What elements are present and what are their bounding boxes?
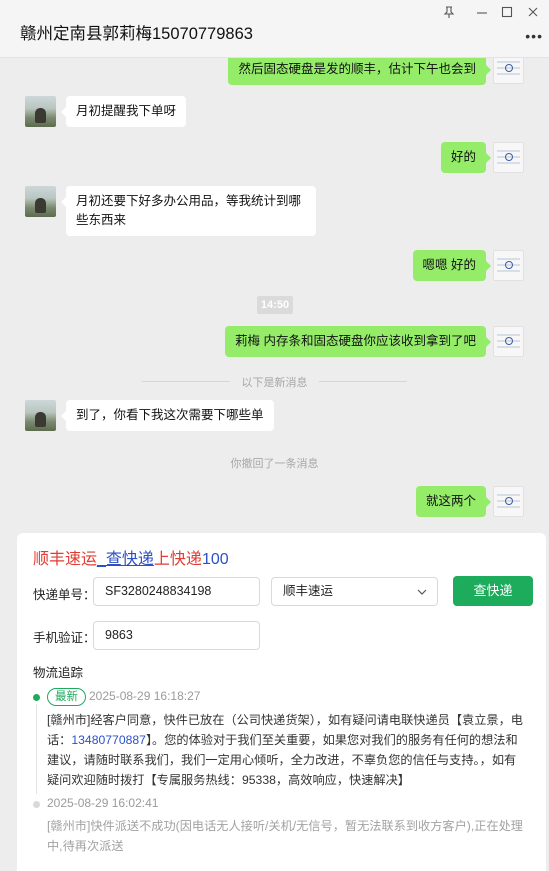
divider-rule: [142, 381, 230, 382]
chat-timestamp: 14:50: [257, 296, 293, 314]
message-bubble-self[interactable]: 莉梅 内存条和固态硬盘你应该收到拿到了吧: [225, 326, 491, 357]
logo-part-query: _查快递: [97, 551, 154, 568]
event-text: [赣州市]快件派送不成功(因电话无人接听/关机/无信号，暂无法联系到收方客户),…: [47, 819, 523, 853]
minimize-icon[interactable]: [473, 6, 491, 20]
avatar-contact[interactable]: [25, 186, 56, 217]
avatar-contact[interactable]: [25, 400, 56, 431]
avatar-self[interactable]: [493, 58, 524, 84]
avatar-self[interactable]: [493, 326, 524, 357]
window-titlebar: 赣州定南县郭莉梅15070779863 •••: [0, 0, 549, 58]
tracking-section-title: 物流追踪: [33, 666, 84, 680]
avatar-self[interactable]: [493, 142, 524, 173]
close-icon[interactable]: [524, 6, 542, 20]
logo-part-brand: 顺丰速运: [33, 551, 98, 568]
message-bubble-self[interactable]: 好的: [440, 142, 492, 173]
avatar-contact[interactable]: [25, 96, 56, 127]
courier-phone-link[interactable]: 13480770887: [71, 733, 146, 747]
latest-badge: 最新: [47, 688, 86, 706]
logo-part-number: 100: [201, 551, 229, 568]
recall-notice: 你撤回了一条消息: [230, 458, 319, 470]
chevron-down-icon: [417, 589, 427, 595]
avatar-self[interactable]: [493, 486, 524, 517]
phone-verify-input[interactable]: 9863: [93, 621, 260, 650]
logo-part-site: 上快递: [153, 551, 202, 568]
more-icon[interactable]: •••: [525, 28, 543, 44]
timeline-line: [36, 704, 37, 794]
message-bubble-self[interactable]: 就这两个: [415, 486, 492, 517]
timeline-dot-active: [33, 694, 40, 701]
express-tracking-card[interactable]: 顺丰速运_查快递上快递100 快递单号： SF3280248834198 顺丰速…: [17, 533, 546, 871]
site-logo[interactable]: 顺丰速运_查快递上快递100: [33, 545, 229, 569]
tracking-number-input[interactable]: SF3280248834198: [93, 577, 260, 606]
message-bubble-contact[interactable]: 月初提醒我下单呀: [60, 96, 187, 127]
message-bubble-self[interactable]: 嗯嗯 好的: [412, 250, 492, 281]
tracking-number-label: 快递单号：: [33, 588, 96, 602]
avatar-self[interactable]: [493, 250, 524, 281]
chat-history[interactable]: 然后固态硬盘是发的顺丰，估计下午也会到 月初提醒我下单呀 好的 月初还要下好多办…: [0, 58, 549, 524]
event-time: 2025-08-29 16:18:27: [89, 689, 201, 703]
message-bubble-contact[interactable]: 月初还要下好多办公用品，等我统计到哪些东西来: [61, 186, 316, 236]
timeline-dot: [33, 801, 40, 808]
query-express-button[interactable]: 查快递: [453, 576, 533, 606]
chat-title: 赣州定南县郭莉梅15070779863: [20, 25, 253, 43]
new-messages-label: 以下是新消息: [241, 377, 308, 389]
message-bubble-self[interactable]: 然后固态硬盘是发的顺丰，估计下午也会到: [228, 58, 491, 85]
event-text: [赣州市]经客户同意，快件已放在（公司快递货架），如有疑问请电联快递员【袁立景，…: [47, 710, 527, 790]
carrier-select[interactable]: 顺丰速运: [271, 577, 438, 606]
event-time: 2025-08-29 16:02:41: [47, 796, 159, 810]
phone-verify-label: 手机验证：: [33, 631, 96, 645]
pin-icon[interactable]: [440, 6, 458, 20]
tracking-event: 2025-08-29 16:02:41 [赣州市]快件派送不成功(因电话无人接听…: [31, 795, 531, 865]
carrier-selected-value: 顺丰速运: [283, 584, 334, 598]
tracking-event: 最新 2025-08-29 16:18:27 [赣州市]经客户同意，快件已放在（…: [31, 688, 531, 794]
new-messages-divider: 以下是新消息: [0, 374, 549, 389]
maximize-icon[interactable]: [498, 6, 516, 20]
message-bubble-contact[interactable]: 到了，你看下我这次需要下哪些单: [61, 400, 274, 431]
divider-rule: [319, 381, 407, 382]
